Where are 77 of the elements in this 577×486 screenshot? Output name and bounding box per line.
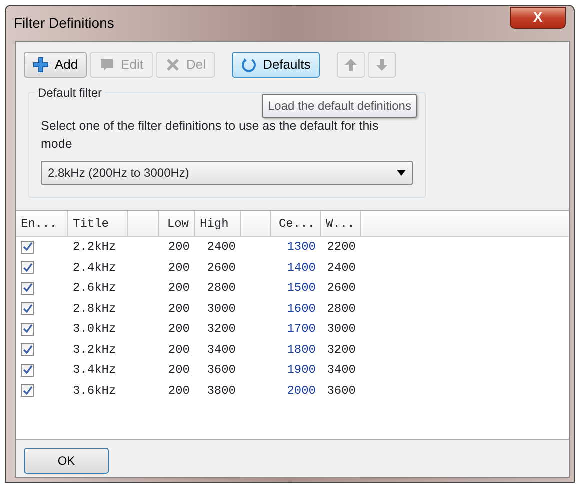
checkmark-icon — [22, 324, 32, 334]
table-cell-text: 3.4kHz — [72, 362, 118, 380]
table-cell-text: 3600 — [206, 362, 237, 380]
table-cell-text: 1900 — [286, 362, 317, 380]
close-button[interactable]: X — [510, 6, 566, 28]
checkbox[interactable] — [21, 302, 34, 316]
checkbox[interactable] — [21, 240, 34, 254]
table-cell-text: 2.8kHz — [72, 300, 118, 318]
table-cell-text: 200 — [167, 280, 191, 298]
table-cell-text: 1300 — [286, 239, 317, 256]
add-button[interactable]: Add — [24, 52, 88, 78]
table-cell-text: 3600 — [326, 382, 357, 400]
plus-icon — [33, 57, 49, 73]
table-cell-text: 2600 — [206, 260, 237, 277]
circular-arrow-icon — [241, 57, 258, 73]
table-cell-text: 2.4kHz — [72, 260, 118, 277]
defaults-button[interactable]: Defaults — [232, 52, 320, 78]
column-header[interactable]: Ce... — [271, 211, 321, 236]
table-cell-text: 3000 — [326, 321, 357, 338]
table-cell-text: 3.6kHz — [72, 382, 118, 400]
table-cell-text: 2600 — [326, 280, 357, 298]
checkmark-icon — [22, 344, 32, 355]
window-title: Filter Definitions — [14, 14, 114, 33]
checkmark-icon — [22, 242, 32, 252]
table-cell-text: 2200 — [326, 239, 357, 256]
table-cell-text: 3000 — [206, 300, 237, 318]
checkbox[interactable] — [21, 282, 34, 295]
description-text: Select one of the filter definitions to use as the default for this mode — [41, 118, 380, 153]
table-cell-text: 3.2kHz — [72, 342, 118, 359]
checkmark-icon — [22, 262, 32, 273]
table-cell-text: 3.0kHz — [72, 321, 118, 338]
column-header[interactable]: Low — [159, 211, 195, 236]
table-cell-text: 200 — [167, 239, 191, 256]
table-cell-text: 200 — [167, 362, 191, 380]
column-header[interactable]: Title — [68, 211, 128, 236]
table-cell-text: 2000 — [286, 382, 317, 400]
checkmark-icon — [22, 386, 32, 396]
column-header[interactable]: En... — [16, 211, 68, 236]
column-header[interactable]: High — [195, 211, 241, 236]
speech-bubble-icon — [99, 57, 116, 73]
table-cell-text: 200 — [167, 260, 191, 277]
tooltip: Load the default definitions — [262, 94, 418, 118]
checkbox[interactable] — [21, 261, 34, 274]
checkbox[interactable] — [21, 322, 34, 336]
default-filter-dropdown[interactable]: 2.8kHz (200Hz to 3000Hz) — [41, 161, 413, 185]
up-arrow-icon — [342, 57, 359, 73]
table-cell-text: 1600 — [286, 300, 317, 318]
checkmark-icon — [22, 283, 32, 294]
checkmark-icon — [22, 365, 32, 376]
table-cell-text: 200 — [167, 382, 191, 400]
table-cell-text: 1500 — [286, 280, 317, 298]
checkbox[interactable] — [21, 384, 34, 398]
table-cell-text: 3400 — [326, 362, 357, 380]
checkbox[interactable] — [21, 364, 34, 377]
table-cell-text: 3800 — [206, 382, 237, 400]
table-cell-text: 200 — [167, 300, 191, 318]
table-cell-text: 1800 — [286, 342, 317, 359]
table-cell-text: 200 — [167, 321, 191, 338]
cross-icon — [164, 57, 181, 73]
table-cell-text: 1400 — [286, 260, 317, 277]
column-header[interactable]: W... — [321, 211, 361, 236]
checkbox[interactable] — [21, 343, 34, 356]
table-cell-text: 1700 — [286, 321, 317, 338]
table-cell-text: 2400 — [206, 239, 237, 256]
table-cell-text: 2.6kHz — [72, 280, 118, 298]
table-cell-text: 2.2kHz — [72, 239, 118, 256]
table-cell-text: 2400 — [326, 260, 357, 277]
ok-button[interactable]: OK — [24, 448, 109, 474]
table-cell-text: 2800 — [206, 280, 237, 298]
checkmark-icon — [22, 304, 32, 314]
table-cell-text: 3200 — [206, 321, 237, 338]
down-arrow-icon — [374, 57, 390, 73]
table-cell-text: 2800 — [326, 300, 357, 318]
dropdown-caret-icon — [397, 170, 406, 176]
table-cell-text: 3200 — [326, 342, 357, 359]
table-cell-text: 200 — [167, 342, 191, 359]
table-cell-text: 3400 — [206, 342, 237, 359]
